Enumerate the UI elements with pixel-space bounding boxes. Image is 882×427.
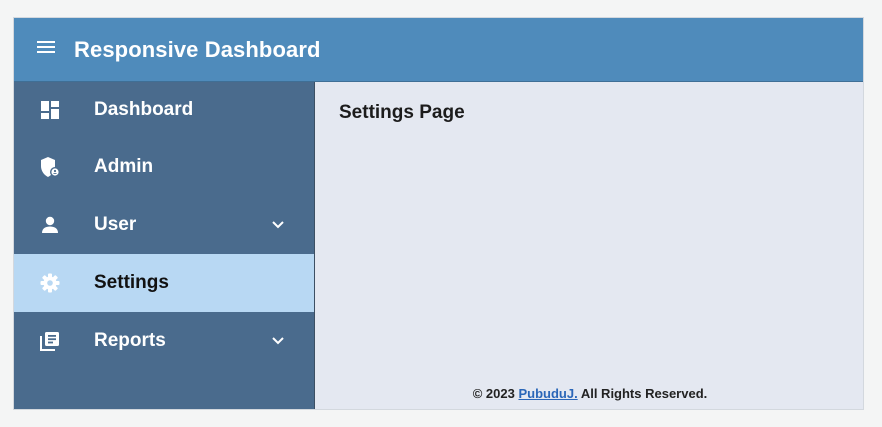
sidebar: Dashboard Admin User Settings Reports xyxy=(14,82,314,409)
sidebar-item-label: Admin xyxy=(94,156,154,177)
footer-copyright: © 2023 xyxy=(472,386,515,401)
sidebar-item-admin[interactable]: Admin xyxy=(14,138,314,196)
app-title: Responsive Dashboard xyxy=(74,36,321,62)
hamburger-menu-icon xyxy=(36,39,56,60)
sidebar-item-settings[interactable]: Settings xyxy=(14,254,314,312)
top-app-bar: Responsive Dashboard xyxy=(14,18,863,82)
dashboard-icon xyxy=(38,98,62,122)
footer-author-link[interactable]: PubuduJ. xyxy=(518,386,577,401)
footer: © 2023 PubuduJ. All Rights Reserved. xyxy=(315,386,863,401)
reports-icon xyxy=(38,329,62,353)
sidebar-item-label: Reports xyxy=(94,330,166,351)
hamburger-menu-button[interactable] xyxy=(34,38,58,62)
sidebar-item-label: User xyxy=(94,214,137,235)
sidebar-item-label: Dashboard xyxy=(94,99,194,120)
user-icon xyxy=(38,213,62,237)
main-content: Settings Page © 2023 PubuduJ. All Rights… xyxy=(314,82,863,409)
app-window: Responsive Dashboard Dashboard Admin Use… xyxy=(13,17,864,410)
sidebar-item-label: Settings xyxy=(94,272,169,293)
footer-rights-text: All Rights Reserved. xyxy=(580,386,708,401)
sidebar-item-reports[interactable]: Reports xyxy=(14,312,314,370)
admin-shield-icon xyxy=(38,155,62,179)
chevron-down-icon[interactable] xyxy=(270,217,286,233)
page-title: Settings Page xyxy=(339,102,465,123)
chevron-down-icon[interactable] xyxy=(270,333,286,349)
sidebar-item-user[interactable]: User xyxy=(14,196,314,254)
sidebar-item-dashboard[interactable]: Dashboard xyxy=(14,82,314,138)
gear-icon xyxy=(38,271,62,295)
